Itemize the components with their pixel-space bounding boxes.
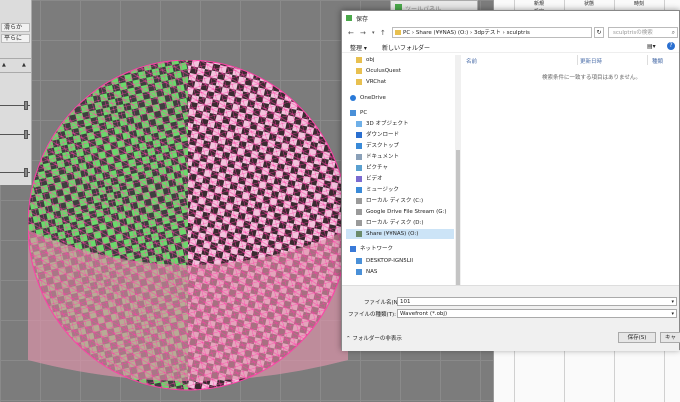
disk-icon bbox=[356, 220, 362, 226]
nav-item-videos[interactable]: ビデオ bbox=[346, 174, 454, 184]
cube-icon bbox=[356, 121, 362, 127]
nav-item-documents[interactable]: ドキュメント bbox=[346, 152, 454, 162]
nav-item-share-nas[interactable]: Share (¥¥NAS) (O:) bbox=[346, 229, 454, 239]
address-bar[interactable]: PC › Share (¥¥NAS) (O:) › 3dpテスト › sculp… bbox=[392, 27, 592, 38]
search-icon: ⌕ bbox=[671, 29, 675, 36]
divider bbox=[0, 72, 31, 73]
arrow-up-icon[interactable]: ▲ bbox=[22, 62, 26, 68]
computer-icon bbox=[356, 269, 362, 275]
pc-icon bbox=[350, 110, 356, 116]
column-header: 状態 bbox=[583, 1, 594, 7]
download-icon bbox=[356, 132, 362, 138]
nav-item-vrchat[interactable]: VRChat bbox=[346, 77, 454, 87]
smooth-button[interactable]: 滑らか bbox=[1, 23, 30, 32]
cloud-icon bbox=[350, 95, 356, 101]
nav-item-obj[interactable]: obj bbox=[346, 55, 454, 65]
navigation-pane: obj OculusQuest VRChat OneDrive PC 3D オブ… bbox=[346, 55, 456, 285]
nav-item-network[interactable]: ネットワーク bbox=[346, 244, 454, 254]
nav-item-oculusquest[interactable]: OculusQuest bbox=[346, 66, 454, 76]
folder-icon bbox=[356, 79, 362, 85]
dialog-footer: ファイル名(N): 101 ▾ ファイルの種類(T): Wavefront (*… bbox=[342, 285, 680, 351]
nav-item-desktop-pc[interactable]: DESKTOP-IGN5LII bbox=[346, 256, 454, 266]
folder-icon bbox=[356, 68, 362, 74]
nav-item-onedrive[interactable]: OneDrive bbox=[346, 93, 454, 103]
filename-input[interactable]: 101 ▾ bbox=[397, 297, 677, 306]
folder-icon bbox=[395, 30, 401, 35]
empty-message: 検索条件に一致する項目はありません。 bbox=[542, 75, 641, 81]
nav-item-nas[interactable]: NAS bbox=[346, 267, 454, 277]
chevron-down-icon[interactable]: ▾ bbox=[671, 310, 674, 318]
disk-icon bbox=[356, 198, 362, 204]
search-placeholder: sculptrisの検索 bbox=[613, 30, 653, 36]
command-bar: 整理 ▾ 新しいフォルダー ▤▾ ? bbox=[342, 41, 679, 53]
filetype-select[interactable]: Wavefront (*.obj) ▾ bbox=[397, 309, 677, 318]
nav-item-music[interactable]: ミュージック bbox=[346, 185, 454, 195]
chevron-down-icon[interactable]: ▾ bbox=[671, 298, 674, 306]
organize-menu[interactable]: 整理 ▾ bbox=[350, 43, 367, 52]
nav-item-google-drive[interactable]: Google Drive File Stream (G:) bbox=[346, 207, 454, 217]
address-row: ← → ▾ ↑ PC › Share (¥¥NAS) (O:) › 3dpテスト… bbox=[342, 25, 679, 41]
chevron-down-icon[interactable]: ▾ bbox=[372, 30, 375, 36]
nav-item-downloads[interactable]: ダウンロード bbox=[346, 130, 454, 140]
sculpt-mesh[interactable] bbox=[28, 60, 368, 402]
column-divider[interactable] bbox=[577, 55, 578, 65]
hide-folders-toggle[interactable]: ⌃ フォルダーの非表示 bbox=[346, 334, 402, 342]
document-icon bbox=[356, 154, 362, 160]
column-date[interactable]: 更新日時 bbox=[580, 57, 602, 65]
up-icon[interactable]: ↑ bbox=[380, 29, 386, 37]
divider bbox=[0, 58, 31, 59]
network-drive-icon bbox=[356, 231, 362, 237]
flatten-button[interactable]: 平らに bbox=[1, 34, 30, 43]
nav-item-disk-c[interactable]: ローカル ディスク (C:) bbox=[346, 196, 454, 206]
forward-icon[interactable]: → bbox=[360, 29, 366, 37]
file-list[interactable]: 名前 更新日時 種類 検索条件に一致する項目はありません。 bbox=[462, 55, 680, 285]
save-dialog: 保存 ← → ▾ ↑ PC › Share (¥¥NAS) (O:) › 3dp… bbox=[341, 10, 680, 351]
computer-icon bbox=[356, 258, 362, 264]
filetype-label: ファイルの種類(T): bbox=[348, 312, 397, 318]
help-icon[interactable]: ? bbox=[667, 42, 675, 50]
nav-item-desktop[interactable]: デスクトップ bbox=[346, 141, 454, 151]
video-icon bbox=[356, 176, 362, 182]
nav-item-pictures[interactable]: ピクチャ bbox=[346, 163, 454, 173]
disk-icon bbox=[356, 209, 362, 215]
column-type[interactable]: 種類 bbox=[652, 57, 663, 65]
column-name[interactable]: 名前 bbox=[466, 57, 477, 65]
breadcrumb: PC › Share (¥¥NAS) (O:) › 3dpテスト › sculp… bbox=[403, 30, 530, 36]
column-header: 新規 bbox=[533, 1, 544, 7]
music-icon bbox=[356, 187, 362, 193]
dialog-title: 保存 bbox=[356, 16, 369, 23]
column-header: 時刻 bbox=[633, 1, 644, 7]
desktop-icon bbox=[356, 143, 362, 149]
new-folder-button[interactable]: 新しいフォルダー bbox=[382, 43, 430, 52]
refresh-icon[interactable]: ↻ bbox=[594, 27, 604, 38]
back-icon[interactable]: ← bbox=[348, 29, 354, 37]
nav-item-3d-objects[interactable]: 3D オブジェクト bbox=[346, 119, 454, 129]
nav-item-pc[interactable]: PC bbox=[346, 108, 454, 118]
nav-scrollbar[interactable] bbox=[455, 55, 461, 285]
arrow-up-icon[interactable]: ▲ bbox=[2, 62, 6, 68]
nav-item-disk-d[interactable]: ローカル ディスク (D:) bbox=[346, 218, 454, 228]
cancel-button[interactable]: キャ bbox=[660, 332, 680, 343]
view-options-icon[interactable]: ▤▾ bbox=[647, 43, 656, 50]
save-button[interactable]: 保存(S) bbox=[618, 332, 656, 343]
folder-icon bbox=[356, 57, 362, 63]
app-icon bbox=[346, 15, 352, 21]
dialog-titlebar[interactable]: 保存 bbox=[342, 11, 679, 25]
scrollbar-thumb[interactable] bbox=[456, 150, 460, 285]
picture-icon bbox=[356, 165, 362, 171]
network-icon bbox=[350, 246, 356, 252]
column-divider[interactable] bbox=[647, 55, 648, 65]
search-input[interactable]: sculptrisの検索 ⌕ bbox=[608, 27, 678, 38]
